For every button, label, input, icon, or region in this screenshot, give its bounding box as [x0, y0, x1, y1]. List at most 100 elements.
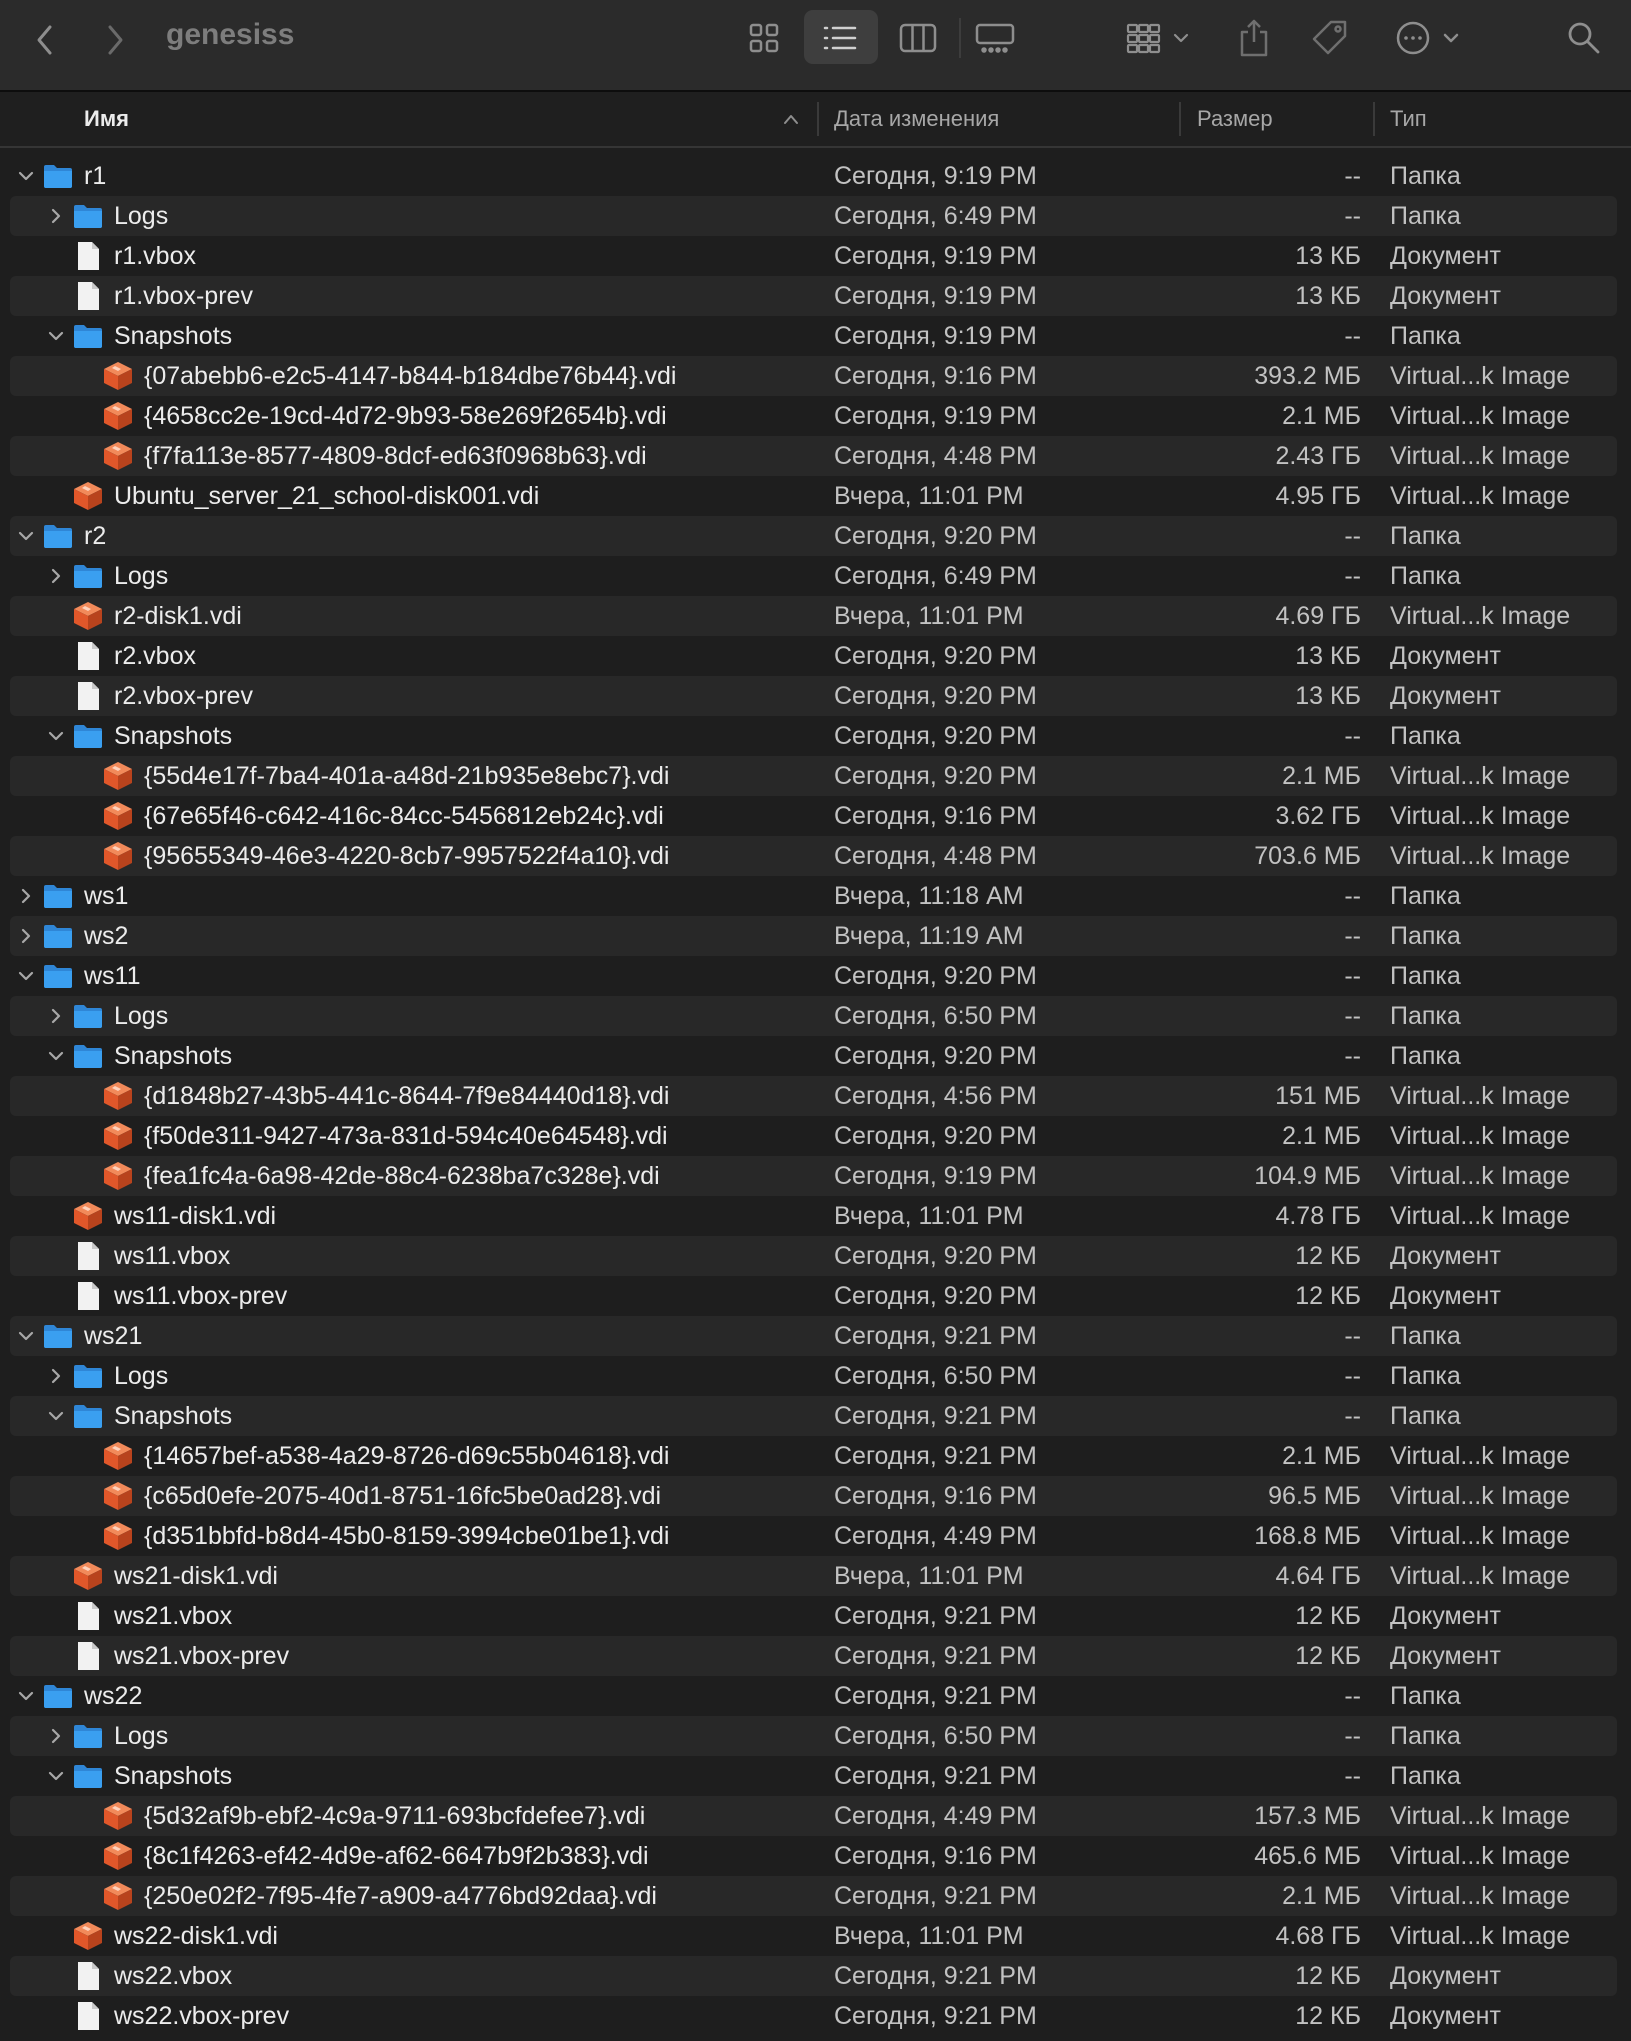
file-name: r2.vbox-prev	[114, 682, 253, 710]
file-size: 4.95 ГБ	[1275, 482, 1361, 510]
header-divider[interactable]	[817, 102, 819, 136]
document-icon	[72, 1281, 104, 1311]
modified-date: Сегодня, 9:21 PM	[834, 2002, 1037, 2030]
header-divider[interactable]	[1179, 102, 1181, 136]
table-row[interactable]: ws22-disk1.vdi Вчера, 11:01 PM 4.68 ГБ Virt…	[0, 1916, 1631, 1956]
table-row[interactable]: Logs Сегодня, 6:50 PM -- Папка	[0, 1356, 1631, 1396]
table-row[interactable]: ws21 Сегодня, 9:21 PM -- Папка	[0, 1316, 1631, 1356]
folder-icon	[72, 1401, 104, 1431]
back-icon[interactable]	[30, 20, 60, 60]
table-row[interactable]: r2.vbox-prev Сегодня, 9:20 PM 13 КБ Докумен…	[0, 676, 1631, 716]
chevron-down-icon[interactable]	[46, 726, 66, 746]
group-icon[interactable]	[1124, 20, 1194, 56]
chevron-down-icon[interactable]	[16, 1686, 36, 1706]
table-row[interactable]: ws21.vbox Сегодня, 9:21 PM 12 КБ Документ	[0, 1596, 1631, 1636]
sort-ascending-icon[interactable]	[782, 111, 800, 127]
row-background	[10, 1676, 1617, 1716]
file-size: 4.64 ГБ	[1275, 1562, 1361, 1590]
modified-date: Сегодня, 9:19 PM	[834, 282, 1037, 310]
chevron-down-icon[interactable]	[46, 1046, 66, 1066]
table-row[interactable]: {f50de311-9427-473a-831d-594c40e64548}.v…	[0, 1116, 1631, 1156]
chevron-right-icon[interactable]	[46, 1006, 66, 1026]
header-divider[interactable]	[1373, 102, 1375, 136]
header-type[interactable]: Тип	[1390, 92, 1427, 146]
table-row[interactable]: ws11 Сегодня, 9:20 PM -- Папка	[0, 956, 1631, 996]
table-row[interactable]: Logs Сегодня, 6:50 PM -- Папка	[0, 1716, 1631, 1756]
icon-view-icon[interactable]	[746, 20, 782, 56]
table-row[interactable]: r1 Сегодня, 9:19 PM -- Папка	[0, 156, 1631, 196]
table-row[interactable]: ws21.vbox-prev Сегодня, 9:21 PM 12 КБ Докум…	[0, 1636, 1631, 1676]
row-background	[10, 996, 1617, 1036]
table-row[interactable]: r2 Сегодня, 9:20 PM -- Папка	[0, 516, 1631, 556]
list-view-icon[interactable]	[820, 20, 860, 56]
chevron-right-icon[interactable]	[46, 566, 66, 586]
table-row[interactable]: {55d4e17f-7ba4-401a-a48d-21b935e8ebc7}.v…	[0, 756, 1631, 796]
table-row[interactable]: Ubuntu_server_21_school-disk001.vdi Вчера…	[0, 476, 1631, 516]
table-row[interactable]: Logs Сегодня, 6:49 PM -- Папка	[0, 556, 1631, 596]
row-background	[10, 1756, 1617, 1796]
table-row[interactable]: ws2 Вчера, 11:19 AM -- Папка	[0, 916, 1631, 956]
chevron-right-icon[interactable]	[46, 206, 66, 226]
table-row[interactable]: {d351bbfd-b8d4-45b0-8159-3994cbe01be1}.v…	[0, 1516, 1631, 1556]
chevron-right-icon[interactable]	[16, 886, 36, 906]
table-row[interactable]: ws11.vbox Сегодня, 9:20 PM 12 КБ Документ	[0, 1236, 1631, 1276]
table-row[interactable]: ws11.vbox-prev Сегодня, 9:20 PM 12 КБ Докум…	[0, 1276, 1631, 1316]
table-row[interactable]: r2.vbox Сегодня, 9:20 PM 13 КБ Документ	[0, 636, 1631, 676]
table-row[interactable]: ws11-disk1.vdi Вчера, 11:01 PM 4.78 ГБ Virt…	[0, 1196, 1631, 1236]
table-row[interactable]: r1.vbox Сегодня, 9:19 PM 13 КБ Документ	[0, 236, 1631, 276]
share-icon[interactable]	[1236, 16, 1272, 60]
column-view-icon[interactable]	[898, 20, 938, 56]
table-row[interactable]: r2-disk1.vdi Вчера, 11:01 PM 4.69 ГБ Virtua…	[0, 596, 1631, 636]
table-row[interactable]: {c65d0efe-2075-40d1-8751-16fc5be0ad28}.v…	[0, 1476, 1631, 1516]
table-row[interactable]: Logs Сегодня, 6:49 PM -- Папка	[0, 196, 1631, 236]
chevron-down-icon[interactable]	[16, 1326, 36, 1346]
table-row[interactable]: Snapshots Сегодня, 9:19 PM -- Папка	[0, 316, 1631, 356]
header-name[interactable]: Имя	[84, 92, 129, 146]
header-date[interactable]: Дата изменения	[834, 92, 999, 146]
table-row[interactable]: ws22.vbox Сегодня, 9:21 PM 12 КБ Документ	[0, 1956, 1631, 1996]
table-row[interactable]: ws1 Вчера, 11:18 AM -- Папка	[0, 876, 1631, 916]
chevron-right-icon[interactable]	[46, 1366, 66, 1386]
modified-date: Сегодня, 9:19 PM	[834, 162, 1037, 190]
table-row[interactable]: Snapshots Сегодня, 9:21 PM -- Папка	[0, 1756, 1631, 1796]
header-size[interactable]: Размер	[1197, 92, 1273, 146]
row-background	[10, 916, 1617, 956]
chevron-down-icon[interactable]	[16, 526, 36, 546]
table-row[interactable]: ws22.vbox-prev Сегодня, 9:21 PM 12 КБ Докум…	[0, 1996, 1631, 2036]
table-row[interactable]: {4658cc2e-19cd-4d72-9b93-58e269f2654b}.v…	[0, 396, 1631, 436]
table-row[interactable]: ws21-disk1.vdi Вчера, 11:01 PM 4.64 ГБ Virt…	[0, 1556, 1631, 1596]
row-background	[10, 1596, 1617, 1636]
table-row[interactable]: {5d32af9b-ebf2-4c9a-9711-693bcfdefee7}.v…	[0, 1796, 1631, 1836]
chevron-right-icon[interactable]	[46, 1726, 66, 1746]
table-row[interactable]: {67e65f46-c642-416c-84cc-5456812eb24c}.v…	[0, 796, 1631, 836]
table-row[interactable]: Snapshots Сегодня, 9:21 PM -- Папка	[0, 1396, 1631, 1436]
search-icon[interactable]	[1564, 18, 1604, 58]
disk-image-icon	[102, 1121, 134, 1151]
table-row[interactable]: {07abebb6-e2c5-4147-b844-b184dbe76b44}.v…	[0, 356, 1631, 396]
table-row[interactable]: Snapshots Сегодня, 9:20 PM -- Папка	[0, 716, 1631, 756]
document-icon	[72, 1601, 104, 1631]
table-row[interactable]: ws22 Сегодня, 9:21 PM -- Папка	[0, 1676, 1631, 1716]
chevron-right-icon[interactable]	[16, 926, 36, 946]
tag-icon[interactable]	[1310, 18, 1350, 58]
chevron-down-icon[interactable]	[16, 166, 36, 186]
table-row[interactable]: {fea1fc4a-6a98-42de-88c4-6238ba7c328e}.v…	[0, 1156, 1631, 1196]
chevron-down-icon[interactable]	[46, 326, 66, 346]
row-background	[10, 876, 1617, 916]
chevron-down-icon[interactable]	[16, 966, 36, 986]
table-row[interactable]: {f7fa113e-8577-4809-8dcf-ed63f0968b63}.v…	[0, 436, 1631, 476]
table-row[interactable]: Snapshots Сегодня, 9:20 PM -- Папка	[0, 1036, 1631, 1076]
forward-icon[interactable]	[100, 20, 130, 60]
table-row[interactable]: {95655349-46e3-4220-8cb7-9957522f4a10}.v…	[0, 836, 1631, 876]
table-row[interactable]: Logs Сегодня, 6:50 PM -- Папка	[0, 996, 1631, 1036]
table-row[interactable]: {250e02f2-7f95-4fe7-a909-a4776bd92daa}.v…	[0, 1876, 1631, 1916]
table-row[interactable]: {14657bef-a538-4a29-8726-d69c55b04618}.v…	[0, 1436, 1631, 1476]
chevron-down-icon[interactable]	[46, 1766, 66, 1786]
table-row[interactable]: {8c1f4263-ef42-4d9e-af62-6647b9f2b383}.v…	[0, 1836, 1631, 1876]
file-name: r1.vbox-prev	[114, 282, 253, 310]
gallery-view-icon[interactable]	[974, 20, 1016, 56]
more-icon[interactable]	[1392, 18, 1466, 58]
table-row[interactable]: {d1848b27-43b5-441c-8644-7f9e84440d18}.v…	[0, 1076, 1631, 1116]
chevron-down-icon[interactable]	[46, 1406, 66, 1426]
table-row[interactable]: r1.vbox-prev Сегодня, 9:19 PM 13 КБ Докумен…	[0, 276, 1631, 316]
